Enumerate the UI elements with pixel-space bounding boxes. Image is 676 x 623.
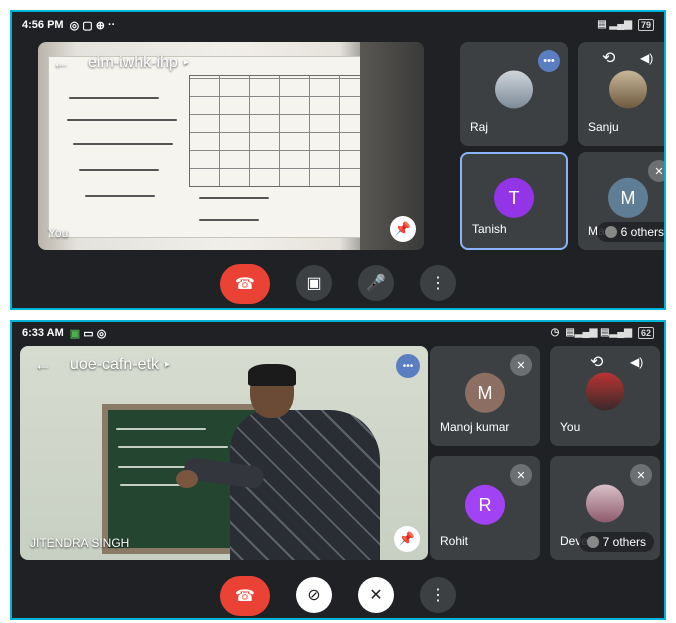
chat-icon: ▭ — [83, 327, 94, 340]
teacher-hand — [176, 470, 198, 488]
participant-name: You — [560, 420, 581, 434]
avatar: M — [465, 372, 505, 413]
chalk-writing — [118, 446, 228, 448]
participant-name: Manoj kumar — [440, 420, 510, 434]
others-count-pill[interactable]: 6 others — [596, 222, 664, 242]
status-right-icons: ◷ ▤▂▄▆ ▤▂▄▆ 62 — [551, 327, 654, 339]
main-tile-name: JITENDRA SINGH — [30, 536, 130, 550]
more-icon: ·· — [108, 19, 116, 31]
participant-tile-manoj[interactable]: ✕ M Manoj kumar — [430, 346, 540, 446]
whatsapp-icon: ◎ — [96, 327, 107, 340]
call-controls: ☎ ▣ 🎤 ⋮ — [12, 264, 664, 304]
chevron-right-icon[interactable]: ▸ — [184, 57, 189, 68]
more-options-button[interactable]: ⋮ — [420, 577, 456, 613]
teacher-video — [176, 364, 390, 560]
others-count: 6 others — [620, 225, 664, 239]
avatar-photo — [495, 70, 533, 109]
avatar: M — [608, 177, 648, 218]
participant-tile-others[interactable]: ✕ Deve 7 others — [550, 456, 660, 560]
battery-level: 62 — [637, 327, 654, 339]
status-time: 6:33 AM — [22, 327, 64, 339]
back-arrow-icon[interactable]: ← — [34, 354, 52, 375]
participant-tile-you[interactable]: ⟲ ◀) You — [550, 346, 660, 446]
sim-icon: ▢ — [82, 19, 93, 32]
handwriting-stroke — [199, 219, 259, 221]
pin-icon[interactable]: 📌 — [394, 526, 420, 552]
avatar-photo — [609, 70, 647, 109]
teacher-hair — [248, 364, 296, 386]
participant-tile-tanish[interactable]: T Tanish — [460, 152, 568, 250]
mini-avatar — [586, 536, 599, 548]
pin-icon[interactable]: 📌 — [390, 216, 416, 242]
main-video-tile[interactable]: ← eim-iwhk-ihp ▸ You 📌 — [38, 42, 424, 250]
settings-icon: ⊕ — [95, 19, 105, 32]
alarm-icon: ◷ — [550, 327, 560, 338]
handwriting-stroke — [67, 119, 177, 121]
handwriting-stroke — [199, 197, 269, 199]
others-count: 7 others — [602, 535, 646, 549]
call-controls: ☎ ⊘ ✕ ⋮ — [12, 576, 664, 616]
more-dots-icon[interactable]: ••• — [538, 50, 560, 72]
battery-level: 79 — [637, 19, 654, 31]
participant-tile-rohit[interactable]: ✕ R Rohit — [430, 456, 540, 560]
camera-toggle-button[interactable]: ▣ — [296, 265, 332, 301]
mic-off-icon: ✕ — [648, 160, 664, 182]
more-options-button[interactable]: ⋮ — [420, 265, 456, 301]
end-call-button[interactable]: ☎ — [220, 264, 270, 304]
mini-avatar — [604, 226, 617, 238]
participant-name: Raj — [470, 120, 489, 134]
others-count-pill[interactable]: 7 others — [578, 532, 654, 552]
status-bar: 4:56 PM ◎ ▢ ⊕ ·· ▤ ▂▄▆ 79 — [12, 12, 664, 38]
main-video-tile[interactable]: ← uoe-cafn-etk ▸ ••• JITENDRA SINGH 📌 — [20, 346, 428, 560]
meet-screenshot-top: 4:56 PM ◎ ▢ ⊕ ·· ▤ ▂▄▆ 79 ← eim-iwhk-ihp… — [10, 10, 666, 310]
person-shoulder-video — [360, 42, 424, 250]
meeting-code[interactable]: uoe-cafn-etk — [70, 356, 159, 374]
participant-name: Rohit — [440, 534, 469, 548]
status-time: 4:56 PM — [22, 19, 64, 31]
wifi-signal-icon: ▤ ▂▄▆ — [597, 19, 632, 30]
meeting-code[interactable]: eim-iwhk-ihp — [88, 54, 178, 72]
speaker-icon[interactable]: ◀) — [640, 51, 653, 65]
handwriting-stroke — [69, 97, 159, 99]
avatar: T — [494, 177, 534, 218]
end-call-button[interactable]: ☎ — [220, 576, 270, 616]
camera-off-button[interactable]: ⊘ — [296, 577, 332, 613]
participant-tile-raj[interactable]: ••• Raj — [460, 42, 568, 146]
main-tile-name: You — [48, 226, 69, 240]
avatar-photo — [586, 372, 624, 411]
status-right-icons: ▤ ▂▄▆ 79 — [597, 19, 654, 31]
paper-table-drawing — [189, 75, 371, 187]
avatar-photo — [586, 484, 624, 523]
switch-camera-icon[interactable]: ⟲ — [590, 352, 603, 372]
switch-camera-icon[interactable]: ⟲ — [602, 48, 615, 68]
whiteboard-paper-video — [48, 56, 380, 238]
participant-name: Sanju — [588, 120, 619, 134]
mic-off-button[interactable]: ✕ — [358, 577, 394, 613]
meeting-header: ← uoe-cafn-etk ▸ — [34, 354, 170, 375]
meet-screenshot-bottom: 6:33 AM ▣ ▭ ◎ ◷ ▤▂▄▆ ▤▂▄▆ 62 ← uoe-cafn-… — [10, 320, 666, 620]
mic-off-icon: ✕ — [510, 354, 532, 376]
back-arrow-icon[interactable]: ← — [52, 52, 70, 73]
whatsapp-icon: ◎ — [69, 19, 80, 32]
handwriting-stroke — [79, 169, 159, 171]
mic-off-icon: ✕ — [510, 464, 532, 486]
app-icon: ▣ — [69, 327, 81, 340]
handwriting-stroke — [85, 195, 155, 197]
speaker-icon[interactable]: ◀) — [630, 355, 643, 369]
chalk-writing — [116, 428, 206, 430]
avatar: R — [465, 484, 505, 525]
participant-name: Tanish — [472, 222, 507, 236]
participant-tile-sanju[interactable]: ⟲ ◀) Sanju — [578, 42, 664, 146]
mic-off-icon: ✕ — [630, 464, 652, 486]
status-bar: 6:33 AM ▣ ▭ ◎ ◷ ▤▂▄▆ ▤▂▄▆ 62 — [12, 322, 664, 344]
chevron-right-icon[interactable]: ▸ — [165, 359, 170, 370]
microphone-button[interactable]: 🎤 — [358, 265, 394, 301]
handwriting-stroke — [73, 143, 173, 145]
more-dots-icon[interactable]: ••• — [396, 354, 420, 378]
meeting-header: ← eim-iwhk-ihp ▸ — [52, 52, 189, 73]
wifi-signal-icon: ▤▂▄▆ ▤▂▄▆ — [565, 327, 632, 338]
participant-tile-others[interactable]: ✕ M Ma 6 others — [578, 152, 664, 250]
